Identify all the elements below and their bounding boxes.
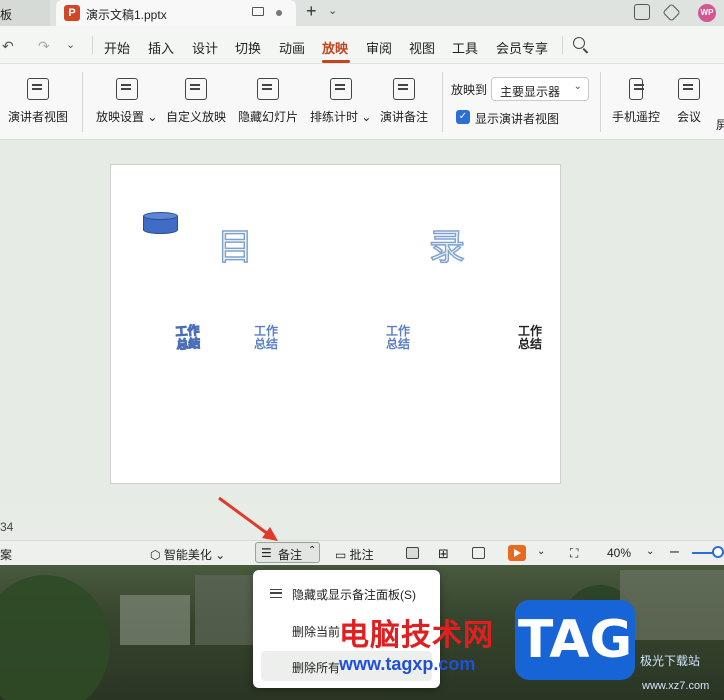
phone-remote-button[interactable]: 手机遥控 xyxy=(612,78,660,125)
zoom-slider-handle[interactable] xyxy=(712,546,724,558)
redo-icon[interactable]: ↷ xyxy=(38,38,50,55)
fit-window-icon[interactable]: ⛶ xyxy=(570,546,578,561)
watermark-site-url: www.xz7.com xyxy=(642,680,710,692)
screen-button[interactable]: 屏 xyxy=(716,78,724,133)
menu-view[interactable]: 视图 xyxy=(409,38,435,57)
notes-pane-text: 34 xyxy=(0,520,14,534)
quick-access-chevron-icon[interactable]: ⌄ xyxy=(66,38,75,51)
slide-text-item[interactable]: 工作总结 xyxy=(517,325,543,351)
presenter-view-button[interactable]: 演讲者视图 xyxy=(8,78,68,125)
search-icon[interactable] xyxy=(573,37,585,49)
pen-icon xyxy=(185,78,207,100)
divider xyxy=(92,36,93,54)
cylinder-shape[interactable] xyxy=(143,212,178,234)
smart-beautify-button[interactable]: ⬡ 智能美化 ⌄ xyxy=(150,546,225,563)
menu-design[interactable]: 设计 xyxy=(192,38,218,57)
unsaved-dot-icon[interactable] xyxy=(276,10,282,16)
menu-animation[interactable]: 动画 xyxy=(279,38,305,57)
show-on-label: 放映到 xyxy=(451,83,488,97)
tab-list-chevron-icon[interactable]: ⌄ xyxy=(328,4,337,17)
slide-text-item[interactable]: 工作总结 xyxy=(174,323,202,353)
reading-view-icon[interactable] xyxy=(472,547,485,559)
menu-item-toggle-notes-panel[interactable]: 隐藏或显示备注面板(S) xyxy=(253,578,440,608)
custom-show-button[interactable]: 自定义放映 xyxy=(166,78,226,125)
meeting-button[interactable]: 会议 xyxy=(677,78,701,125)
window-layout-icon[interactable] xyxy=(634,4,650,20)
divider xyxy=(442,72,443,132)
slide-sorter-icon[interactable]: ⊞ xyxy=(438,546,449,562)
settings-icon xyxy=(115,78,138,100)
menu-insert[interactable]: 插入 xyxy=(148,38,174,57)
status-left-text: 案 xyxy=(0,548,13,562)
play-slideshow-button[interactable] xyxy=(508,545,526,561)
monitor-icon[interactable] xyxy=(252,7,264,16)
hide-slide-icon xyxy=(257,78,279,100)
slide-title-right[interactable]: 录 xyxy=(428,218,466,270)
chevron-down-icon: ⌄ xyxy=(573,81,582,92)
status-bar: 案 ⬡ 智能美化 ⌄ ▭ 批注 ⊞ ⌄ ⛶ 40% ⌄ – xyxy=(0,540,724,565)
ribbon: 演讲者视图 放映设置 ⌄ 自定义放映 隐藏幻灯片 排练计时 ⌄ 演讲备注 放映到… xyxy=(0,64,724,140)
slide[interactable]: 目 录 工作总结 工作总结 工作总结 工作总结 xyxy=(110,164,561,484)
list-icon xyxy=(270,589,282,598)
slide-title-left[interactable]: 目 xyxy=(216,218,254,270)
presenter-view-checkbox[interactable]: ✓ xyxy=(456,110,470,124)
tab-active-document[interactable]: P 演示文稿1.pptx xyxy=(56,0,296,26)
slide-text-item[interactable]: 工作总结 xyxy=(385,325,411,351)
zoom-level[interactable]: 40% xyxy=(607,546,631,560)
tab-previous[interactable]: 模板 xyxy=(0,0,50,26)
phone-icon xyxy=(629,78,644,100)
menu-transition[interactable]: 切换 xyxy=(235,38,261,57)
active-tab-indicator xyxy=(322,60,350,63)
presenter-view-check-label: 显示演讲者视图 xyxy=(475,112,560,126)
tab-bar: 模板 P 演示文稿1.pptx + ⌄ WP xyxy=(0,0,724,26)
divider xyxy=(600,72,601,132)
watermark-title: 电脑技术网 xyxy=(339,619,494,652)
normal-view-icon[interactable] xyxy=(406,547,419,559)
menu-home[interactable]: 开始 xyxy=(104,38,130,57)
avatar[interactable]: WP xyxy=(698,4,716,22)
menu-member[interactable]: 会员专享 xyxy=(496,38,548,57)
notes-icon xyxy=(393,78,415,100)
tab-previous-label: 模板 xyxy=(0,8,13,22)
zoom-out-icon[interactable]: – xyxy=(670,543,679,561)
menu-bar: ↶ ↷ ⌄ 开始 插入 设计 切换 动画 放映 审阅 视图 工具 会员专享 xyxy=(0,26,724,64)
watermark-tag-logo: TAG xyxy=(515,600,635,680)
video-icon xyxy=(678,78,700,100)
cube-icon[interactable] xyxy=(662,3,681,22)
comments-button[interactable]: ▭ 批注 xyxy=(335,546,374,563)
monitor-select[interactable]: 主要显示器 ⌄ xyxy=(491,77,589,101)
rehearse-timing-button[interactable]: 排练计时 ⌄ xyxy=(310,78,371,125)
menu-slideshow[interactable]: 放映 xyxy=(322,38,348,57)
chevron-up-icon: ⌃ xyxy=(308,545,317,556)
zoom-chevron-icon[interactable]: ⌄ xyxy=(646,546,654,557)
new-tab-plus-icon[interactable]: + xyxy=(306,1,317,22)
tab-title: 演示文稿1.pptx xyxy=(86,8,167,22)
play-chevron-icon[interactable]: ⌄ xyxy=(537,546,545,557)
watermark-url: www.tagxp.com xyxy=(339,654,476,674)
divider xyxy=(82,72,83,132)
notes-button[interactable]: ☰ 备注 ⌃ xyxy=(255,542,320,563)
menu-tools[interactable]: 工具 xyxy=(452,38,478,57)
hide-slide-button[interactable]: 隐藏幻灯片 xyxy=(238,78,298,125)
speaker-notes-button[interactable]: 演讲备注 xyxy=(380,78,428,125)
undo-icon[interactable]: ↶ xyxy=(2,38,14,55)
menu-review[interactable]: 审阅 xyxy=(366,38,392,57)
watermark-site-name: 极光下载站 xyxy=(640,654,701,668)
notes-button-label: 备注 xyxy=(278,548,303,562)
presentation-logo-icon: P xyxy=(64,5,80,21)
divider xyxy=(562,36,563,54)
show-settings-button[interactable]: 放映设置 ⌄ xyxy=(96,78,157,125)
list-icon: ☰ xyxy=(261,546,272,560)
slide-text-item[interactable]: 工作总结 xyxy=(253,325,279,351)
timer-icon xyxy=(329,78,352,100)
presenter-view-icon xyxy=(27,78,49,100)
